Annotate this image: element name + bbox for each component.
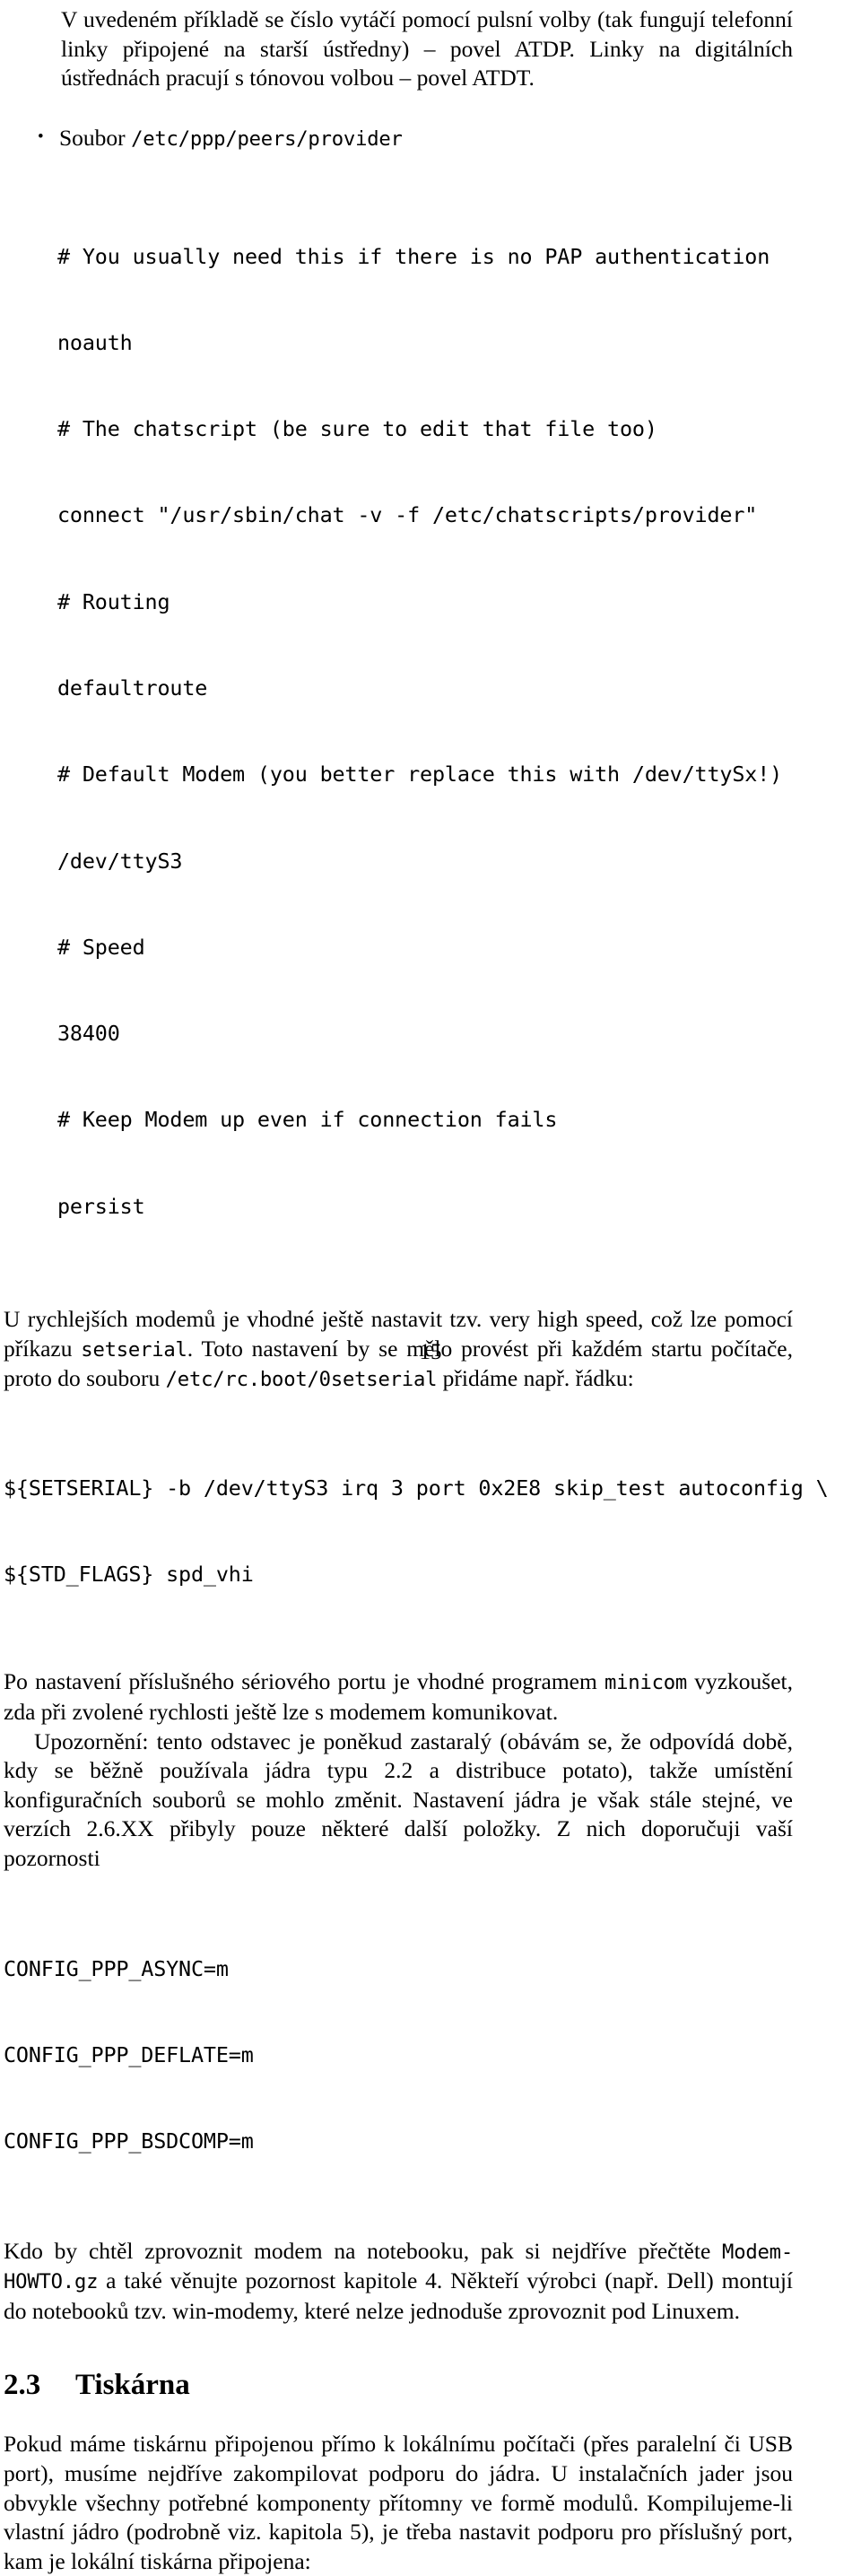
code-line: persist [57,1193,145,1219]
file-bullet-list: Soubor /etc/ppp/peers/provider [4,123,793,154]
code-line: defaultroute [57,674,208,701]
code-line: connect "/usr/sbin/chat -v -f /etc/chats… [57,502,758,528]
section-number: 2.3 [4,2369,41,2402]
page-title: 2.3 Tiskárna [4,2367,793,2403]
code-line: 38400 [57,1021,120,1047]
code-line: CONFIG_PPP_DEFLATE=m [4,2042,254,2068]
paragraph-printer: Pokud máme tiskárnu připojenou přímo k l… [4,2431,793,2574]
paragraph-modem-howto: Kdo by chtěl zprovoznit modem na noteboo… [4,2237,793,2327]
intro-paragraph: V uvedeném příkladě se číslo vytáčí pomo… [61,6,793,91]
code-line: ${SETSERIAL} -b /dev/ttyS3 irq 3 port 0x… [4,1475,829,1501]
code-block-setserial: ${SETSERIAL} -b /dev/ttyS3 irq 3 port 0x… [4,1416,829,1647]
code-line: # Routing [57,588,170,614]
code-line: ${STD_FLAGS} spd_vhi [4,1562,254,1588]
bullet-label: Soubor [59,124,126,151]
code-line: # The chatscript (be sure to edit that f… [57,416,657,442]
page-content-flow: V uvedeném příkladě se číslo vytáčí pomo… [4,5,829,2576]
code-line: CONFIG_PPP_ASYNC=m [4,1955,229,1981]
page-number: 15 [419,1340,442,1364]
code-block-provider: # You usually need this if there is no P… [4,184,793,1278]
text-run: a také věnujte pozornost kapitole 4. Něk… [4,2267,793,2324]
paragraph-minicom: Po nastavení příslušného sériového portu… [4,1667,793,1727]
section-title: Tiskárna [75,2369,190,2402]
inline-code-minicom: minicom [604,1671,688,1695]
code-line: # You usually need this if there is no P… [57,243,770,269]
code-line: /dev/ttyS3 [57,848,183,874]
code-line: CONFIG_PPP_BSDCOMP=m [4,2128,254,2154]
inline-code-rcboot: /etc/rc.boot/0setserial [165,1368,438,1392]
paragraph-upozorneni: Upozornění: tento odstavec je poněkud za… [4,1727,793,1872]
text-run: Po nastavení příslušného sériového portu… [4,1668,604,1695]
code-line: # Keep Modem up even if connection fails [57,1107,558,1133]
list-item: Soubor /etc/ppp/peers/provider [4,123,793,154]
text-run: přidáme např. řádku: [437,1365,634,1392]
bullet-file-path: /etc/ppp/peers/provider [131,126,403,151]
code-block-kernel-config: CONFIG_PPP_ASYNC=m CONFIG_PPP_DEFLATE=m … [4,1897,793,2214]
document-page: V uvedeném příkladě se číslo vytáčí pomo… [0,0,861,2574]
code-line: # Speed [57,934,145,960]
text-run: Kdo by chtěl zprovoznit modem na noteboo… [4,2237,723,2264]
code-line: noauth [57,329,133,355]
code-line: # Default Modem (you better replace this… [57,761,783,788]
